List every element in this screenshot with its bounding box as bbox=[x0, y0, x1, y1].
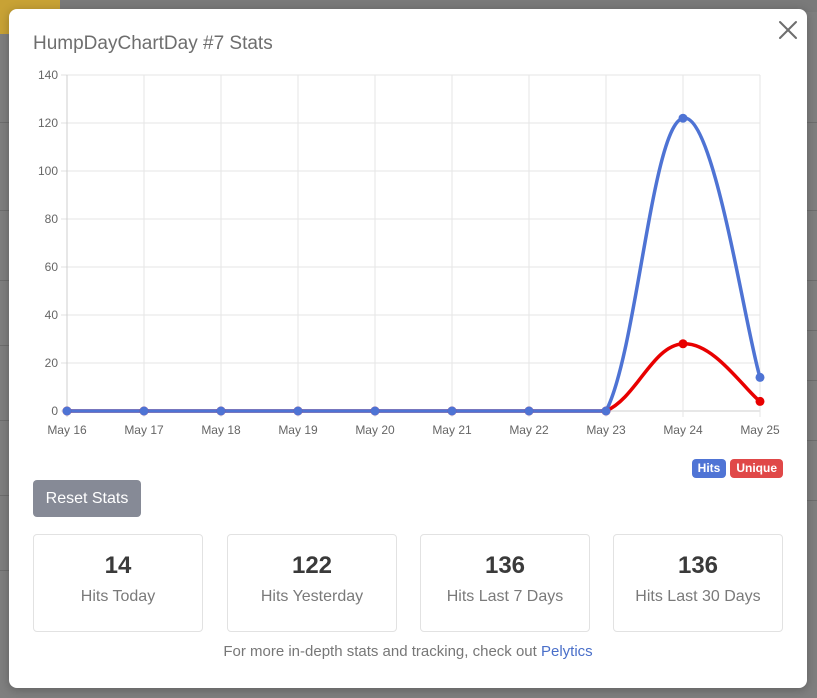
data-point-hits bbox=[139, 406, 149, 416]
data-point-hits bbox=[601, 406, 611, 416]
x-tick-label: May 17 bbox=[124, 423, 164, 437]
stat-card-last-7-days: 136 Hits Last 7 Days bbox=[420, 534, 590, 632]
stat-card-yesterday: 122 Hits Yesterday bbox=[227, 534, 397, 632]
y-tick-label: 120 bbox=[38, 116, 58, 130]
data-point-unique bbox=[678, 339, 688, 349]
y-tick-label: 140 bbox=[38, 68, 58, 82]
y-tick-label: 40 bbox=[45, 308, 59, 322]
x-tick-label: May 16 bbox=[47, 423, 87, 437]
stat-value: 14 bbox=[104, 552, 132, 579]
series-line-hits bbox=[67, 116, 762, 413]
data-point-hits bbox=[678, 113, 688, 123]
background-divider bbox=[807, 440, 817, 441]
footer-note: For more in-depth stats and tracking, ch… bbox=[9, 643, 807, 660]
series-line-unique bbox=[67, 342, 762, 413]
legend-unique-badge: Unique bbox=[730, 459, 783, 478]
stat-label: Hits Last 30 Days bbox=[635, 588, 761, 605]
stat-card-last-30-days: 136 Hits Last 30 Days bbox=[613, 534, 783, 632]
x-tick-label: May 20 bbox=[355, 423, 395, 437]
stat-value: 136 bbox=[677, 552, 719, 579]
stat-label: Hits Yesterday bbox=[260, 588, 364, 605]
legend-hits-badge: Hits bbox=[691, 459, 727, 478]
background-divider bbox=[807, 122, 817, 123]
y-tick-label: 0 bbox=[51, 404, 58, 418]
footer-text: For more in-depth stats and tracking, ch… bbox=[223, 643, 541, 660]
y-tick-label: 80 bbox=[45, 212, 59, 226]
x-tick-label: May 22 bbox=[509, 423, 549, 437]
y-tick-label: 100 bbox=[38, 164, 58, 178]
x-tick-label: May 23 bbox=[586, 423, 626, 437]
x-tick-label: May 25 bbox=[740, 423, 780, 437]
data-point-unique bbox=[755, 396, 765, 406]
x-tick-label: May 18 bbox=[201, 423, 241, 437]
chart-legend: Hits Unique bbox=[691, 459, 783, 478]
stat-card-today: 14 Hits Today bbox=[33, 534, 203, 632]
data-point-hits bbox=[370, 406, 380, 416]
x-tick-label: May 21 bbox=[432, 423, 472, 437]
stat-value: 136 bbox=[484, 552, 526, 579]
background-divider bbox=[807, 380, 817, 381]
stat-label: Hits Today bbox=[80, 588, 156, 605]
data-point-hits bbox=[216, 406, 226, 416]
background-divider bbox=[807, 210, 817, 211]
data-point-hits bbox=[524, 406, 534, 416]
stats-cards: 14 Hits Today 122 Hits Yesterday 136 Hit… bbox=[33, 534, 783, 632]
reset-stats-button[interactable]: Reset Stats bbox=[33, 480, 141, 517]
x-tick-label: May 19 bbox=[278, 423, 318, 437]
hits-line-chart: 0 20 40 60 80 100 120 140 May 16 May 17 May 18 May … bbox=[38, 68, 780, 437]
background-divider bbox=[807, 500, 817, 501]
data-point-hits bbox=[293, 406, 303, 416]
data-point-hits bbox=[755, 372, 765, 382]
background-divider bbox=[807, 280, 817, 281]
stat-label: Hits Last 7 Days bbox=[446, 588, 564, 605]
x-tick-label: May 24 bbox=[663, 423, 703, 437]
pelytics-link[interactable]: Pelytics bbox=[541, 643, 593, 660]
data-point-hits bbox=[62, 406, 72, 416]
stat-value: 122 bbox=[291, 552, 333, 579]
stats-modal: HumpDayChartDay #7 Stats 0 20 40 60 80 100 120… bbox=[9, 9, 807, 688]
data-point-hits bbox=[447, 406, 457, 416]
y-tick-label: 20 bbox=[45, 356, 59, 370]
background-divider bbox=[807, 330, 817, 331]
y-tick-label: 60 bbox=[45, 260, 59, 274]
